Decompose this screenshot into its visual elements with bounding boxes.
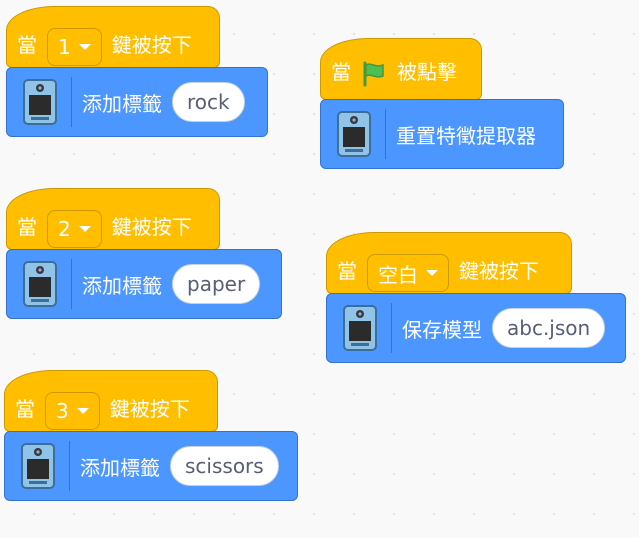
save-model-text: 保存模型 [402,317,482,342]
key-pressed-label: 鍵被按下 [111,33,192,57]
key-value: 1 [58,35,71,59]
script-space[interactable]: 當 空白 鍵被按下 保存模型 abc.json [326,232,626,363]
divider [391,303,392,353]
when-key-pressed-hat[interactable]: 當 3 鍵被按下 [4,370,218,432]
add-label-text: 添加標籤 [80,455,160,480]
add-label-block[interactable]: 添加標籤 rock [6,67,268,137]
flag-clicked-label: 被點擊 [397,60,457,84]
divider [71,259,72,309]
green-flag-icon [363,61,384,87]
add-label-text: 添加標籤 [82,273,162,298]
reset-feature-extractor-block[interactable]: 重置特徵提取器 [320,99,564,169]
key-pressed-label: 鍵被按下 [459,259,539,283]
script-key1[interactable]: 當 1 鍵被按下 添加標籤 rock [6,6,268,137]
ml-camera-extension-icon [343,305,377,351]
save-model-block[interactable]: 保存模型 abc.json [326,293,626,363]
key-value: 空白 [378,262,418,287]
chevron-down-icon [78,44,91,50]
ml-camera-extension-icon [21,443,55,489]
key-value: 2 [58,217,71,241]
key-pressed-label: 鍵被按下 [111,215,192,239]
label-input[interactable]: paper [172,264,261,304]
script-key2[interactable]: 當 2 鍵被按下 添加標籤 paper [6,188,282,319]
when-key-pressed-hat[interactable]: 當 空白 鍵被按下 [326,232,572,294]
script-key3[interactable]: 當 3 鍵被按下 添加標籤 scissors [4,370,298,501]
when-flag-clicked-hat[interactable]: 當 被點擊 [320,38,482,100]
when-key-pressed-hat[interactable]: 當 2 鍵被按下 [6,188,220,250]
ml-camera-extension-icon [23,79,57,125]
label-input[interactable]: scissors [170,446,279,486]
when-label: 當 [15,397,35,421]
add-label-block[interactable]: 添加標籤 scissors [4,431,298,501]
when-key-pressed-hat[interactable]: 當 1 鍵被按下 [6,6,220,68]
chevron-down-icon [78,226,91,232]
key-dropdown[interactable]: 1 [47,28,102,66]
when-label: 當 [17,33,37,57]
reset-feature-extractor-text: 重置特徵提取器 [396,123,536,148]
ml-camera-extension-icon [337,111,371,157]
key-dropdown[interactable]: 2 [47,210,102,248]
label-input[interactable]: rock [172,82,245,122]
chevron-down-icon [76,408,89,414]
key-dropdown[interactable]: 空白 [367,254,449,292]
divider [69,441,70,491]
key-value: 3 [56,399,69,423]
when-label: 當 [331,60,351,84]
key-dropdown[interactable]: 3 [45,392,100,430]
script-flag[interactable]: 當 被點擊 重置特徵提取器 [320,38,564,169]
ml-camera-extension-icon [23,261,57,307]
add-label-text: 添加標籤 [82,91,162,116]
when-label: 當 [17,215,37,239]
add-label-block[interactable]: 添加標籤 paper [6,249,282,319]
chevron-down-icon [426,270,438,276]
when-label: 當 [337,259,357,283]
divider [385,109,386,159]
key-pressed-label: 鍵被按下 [109,397,190,421]
divider [71,77,72,127]
filename-input[interactable]: abc.json [492,308,606,348]
